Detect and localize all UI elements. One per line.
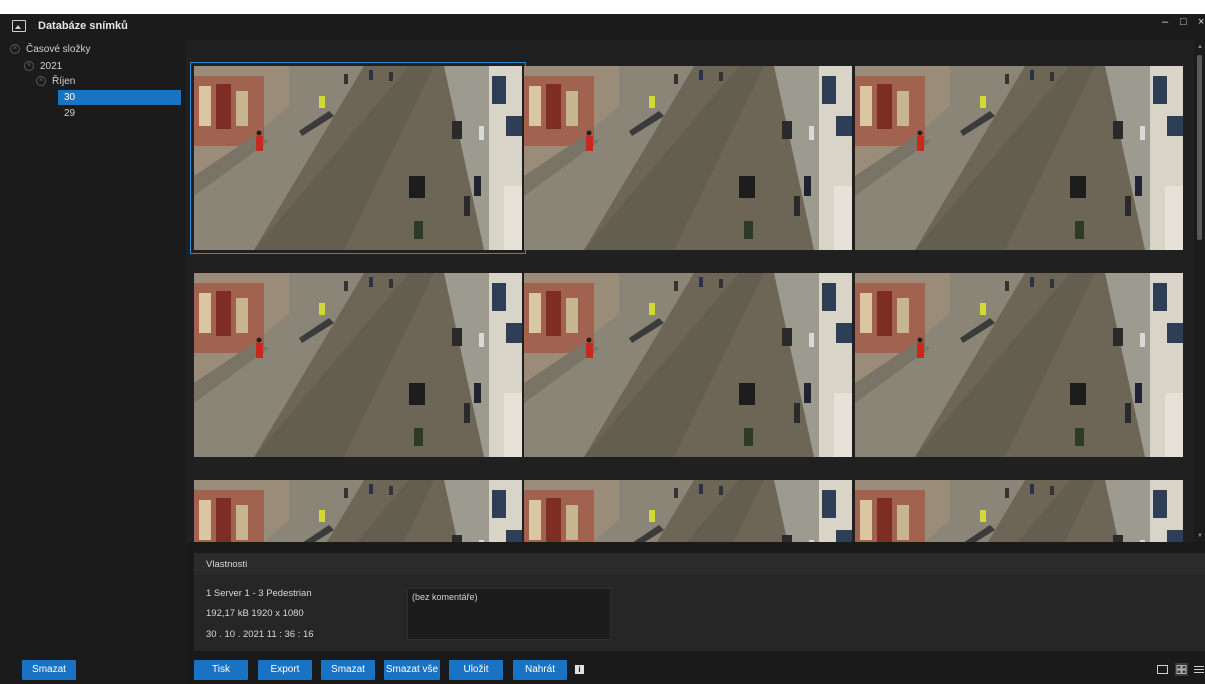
- snapshot-source: 1 Server 1 - 3 Pedestrian: [206, 588, 312, 599]
- snapshot-image: [524, 273, 852, 457]
- scroll-down-arrow-icon[interactable]: ▼: [1197, 533, 1203, 539]
- grid-view-icon[interactable]: [1175, 663, 1188, 676]
- snapshot-image: [524, 66, 852, 250]
- export-button[interactable]: Export: [258, 660, 312, 680]
- collapse-icon[interactable]: ×: [24, 61, 34, 72]
- tree-label: 2021: [40, 61, 63, 72]
- thumbnail[interactable]: [194, 480, 522, 542]
- properties-title: Vlastnosti: [206, 559, 248, 570]
- list-view-icon[interactable]: [1193, 663, 1205, 676]
- snapshot-file-info: 192,17 kB 1920 x 1080: [206, 608, 304, 619]
- window-title: Databáze snímků: [38, 20, 128, 32]
- thumbnail[interactable]: [190, 62, 526, 254]
- close-button[interactable]: ×: [1198, 16, 1204, 28]
- snapshot-image: [194, 273, 522, 457]
- tree-node-year[interactable]: × 2021: [24, 59, 62, 74]
- title-bar: [0, 14, 1205, 40]
- tree-label: Časové složky: [26, 44, 91, 55]
- thumbnail[interactable]: [855, 480, 1183, 542]
- tree-node-day-30[interactable]: 30: [58, 90, 181, 105]
- properties-header: [194, 553, 1205, 575]
- snapshot-image: [855, 66, 1183, 250]
- snapshot-image: [524, 480, 852, 542]
- snapshot-timestamp: 30 . 10 . 2021 11 : 36 : 16: [206, 629, 314, 640]
- scrollbar-thumb[interactable]: [1197, 55, 1202, 240]
- thumbnail[interactable]: [524, 66, 852, 250]
- delete-button[interactable]: Smazat: [321, 660, 375, 680]
- collapse-icon[interactable]: ×: [10, 44, 20, 55]
- tree-label: Říjen: [52, 76, 76, 87]
- maximize-button[interactable]: □: [1180, 16, 1187, 28]
- upload-button[interactable]: Nahrát: [513, 660, 567, 680]
- snapshot-image: [194, 66, 522, 250]
- save-button[interactable]: Uložit: [449, 660, 503, 680]
- top-strip: [0, 0, 1205, 14]
- thumbnail[interactable]: [855, 273, 1183, 457]
- tree-node-day-29[interactable]: 29: [64, 106, 75, 121]
- snapshot-image: [194, 480, 522, 542]
- info-icon[interactable]: i: [575, 665, 584, 674]
- snapshot-image: [855, 480, 1183, 542]
- delete-all-button[interactable]: Smazat vše: [384, 660, 440, 680]
- minimize-button[interactable]: –: [1162, 16, 1168, 28]
- tree-node-time-folders[interactable]: × Časové složky: [10, 42, 90, 57]
- thumbnail[interactable]: [524, 480, 852, 542]
- tree-node-month[interactable]: × Říjen: [36, 74, 75, 89]
- thumbnail[interactable]: [855, 66, 1183, 250]
- sidebar: [0, 40, 186, 684]
- properties-panel: [194, 575, 1205, 651]
- thumbnail[interactable]: [194, 273, 522, 457]
- thumbnail[interactable]: [524, 273, 852, 457]
- single-view-icon[interactable]: [1156, 663, 1169, 676]
- print-button[interactable]: Tisk: [194, 660, 248, 680]
- sidebar-delete-button[interactable]: Smazat: [22, 660, 76, 680]
- image-icon: [12, 20, 26, 32]
- collapse-icon[interactable]: ×: [36, 76, 46, 87]
- scroll-up-arrow-icon[interactable]: ▲: [1197, 44, 1203, 50]
- comment-box[interactable]: (bez komentáře): [407, 588, 611, 640]
- snapshot-image: [855, 273, 1183, 457]
